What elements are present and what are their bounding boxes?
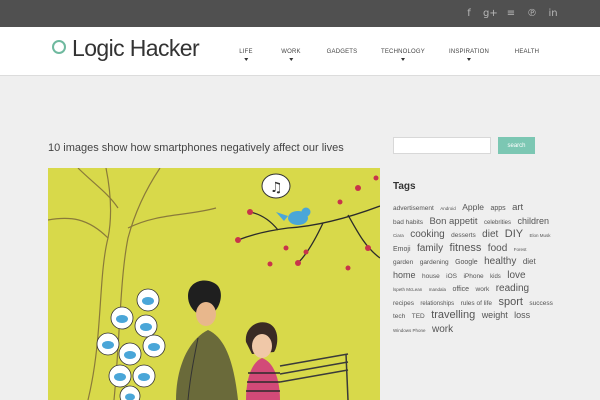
tag-link[interactable]: office [452, 286, 469, 293]
tag-link[interactable]: recipes [393, 300, 414, 307]
nav-item-label: LIFE [239, 49, 253, 55]
tag-link[interactable]: love [507, 270, 525, 281]
tweet-bubbles [96, 288, 166, 400]
tag-link[interactable]: Windows Phone [393, 328, 426, 333]
tag-link[interactable]: kids [490, 274, 501, 280]
tag-link[interactable]: celebrities [484, 220, 511, 226]
nav-item-label: GADGETS [326, 49, 358, 55]
tag-link[interactable]: food [488, 243, 507, 254]
tag-link[interactable]: sport [498, 296, 522, 308]
tag-link[interactable]: Forest [514, 247, 527, 252]
site-logo[interactable]: Logic Hacker [72, 35, 200, 62]
tag-link[interactable]: desserts [451, 232, 476, 239]
nav-item-inspiration[interactable]: INSPIRATION [449, 49, 489, 61]
linkedin-icon[interactable]: in [546, 7, 560, 20]
tag-link[interactable]: children [517, 216, 549, 226]
tag-link[interactable]: iOS [446, 273, 457, 280]
tag-link[interactable]: TED [412, 313, 425, 320]
logo-icon[interactable] [52, 40, 66, 54]
tag-link[interactable]: work [476, 286, 490, 293]
search-input[interactable] [393, 137, 491, 154]
nav-item-label: TECHNOLOGY [380, 49, 426, 55]
social-links: f g+ ≡ ℗ in [455, 7, 560, 20]
tag-link[interactable]: Apple [462, 202, 484, 212]
tag-link[interactable]: apps [490, 205, 505, 212]
tag-link[interactable]: travelling [431, 309, 475, 321]
top-social-bar: f g+ ≡ ℗ in [0, 0, 600, 27]
rss-icon[interactable]: ≡ [504, 7, 518, 20]
tag-link[interactable]: tech [393, 313, 405, 320]
tag-link[interactable]: family [417, 243, 443, 254]
tag-cloud: advertisement Android Apple apps art bad… [393, 201, 555, 336]
tags-widget-title: Tags [393, 181, 416, 192]
twitter-bird-icon [276, 207, 311, 225]
tag-link[interactable]: rules of life [461, 300, 492, 307]
tag-link[interactable]: home [393, 270, 416, 280]
nav-item-life[interactable]: LIFE [239, 49, 253, 61]
tag-link[interactable]: garden [393, 259, 413, 266]
tag-link[interactable]: advertisement [393, 205, 434, 212]
tag-link[interactable]: success [529, 300, 552, 307]
music-note-bubble: ♫ [261, 173, 291, 199]
tag-link[interactable]: Ciara [393, 233, 404, 238]
tag-link[interactable]: bad habits [393, 219, 423, 226]
girl-figure [245, 322, 280, 400]
nav-item-gadgets[interactable]: GADGETS [327, 49, 358, 55]
tag-link[interactable]: cooking [410, 229, 444, 240]
boy-figure [176, 280, 238, 400]
tag-link[interactable]: fitness [450, 242, 482, 254]
nav-item-health[interactable]: HEALTH [515, 49, 539, 55]
tag-link[interactable]: art [512, 202, 523, 213]
park-bench [279, 353, 349, 400]
nav-item-technology[interactable]: TECHNOLOGY [381, 49, 425, 61]
caret-down-icon [400, 58, 405, 61]
tag-link[interactable]: Android [440, 206, 456, 211]
tag-link[interactable]: mandala [429, 287, 446, 292]
caret-down-icon [243, 58, 248, 61]
tag-link[interactable]: loss [514, 310, 530, 320]
tag-link[interactable]: house [422, 273, 440, 280]
tag-link[interactable]: weight [482, 310, 508, 320]
pinterest-icon[interactable]: ℗ [525, 7, 539, 20]
tag-link[interactable]: healthy [484, 256, 516, 267]
illustration-svg: ♫ [48, 168, 380, 400]
blossoms [235, 175, 379, 271]
tag-link[interactable]: Bon appetit [429, 216, 477, 227]
tag-link[interactable]: DIY [505, 228, 523, 240]
featured-image[interactable]: ♫ [48, 168, 380, 400]
post-title[interactable]: 10 images show how smartphones negativel… [48, 142, 344, 154]
tag-link[interactable]: Elon Musk [530, 233, 551, 238]
tag-link[interactable]: Google [455, 259, 478, 266]
caret-down-icon [289, 58, 293, 61]
search-button[interactable]: search [498, 137, 535, 154]
tag-link[interactable]: gardening [420, 259, 449, 266]
nav-item-work[interactable]: WORK [281, 49, 301, 61]
google-plus-icon[interactable]: g+ [483, 7, 498, 20]
tag-link[interactable]: relationships [420, 301, 454, 307]
tag-link[interactable]: iPhone [463, 273, 483, 280]
svg-text:♫: ♫ [270, 180, 283, 196]
tag-link[interactable]: diet [482, 229, 498, 240]
caret-down-icon [467, 58, 471, 61]
facebook-icon[interactable]: f [462, 7, 476, 20]
tag-link[interactable]: work [432, 324, 453, 335]
tag-link[interactable]: Emoji [393, 246, 411, 253]
tag-link[interactable]: reading [496, 283, 529, 294]
tag-link[interactable]: diet [523, 257, 536, 266]
tag-link[interactable]: lspeth McLean [393, 287, 422, 292]
nav-item-label: INSPIRATION [448, 49, 490, 55]
nav-item-label: WORK [281, 49, 301, 55]
nav-item-label: HEALTH [514, 49, 540, 55]
